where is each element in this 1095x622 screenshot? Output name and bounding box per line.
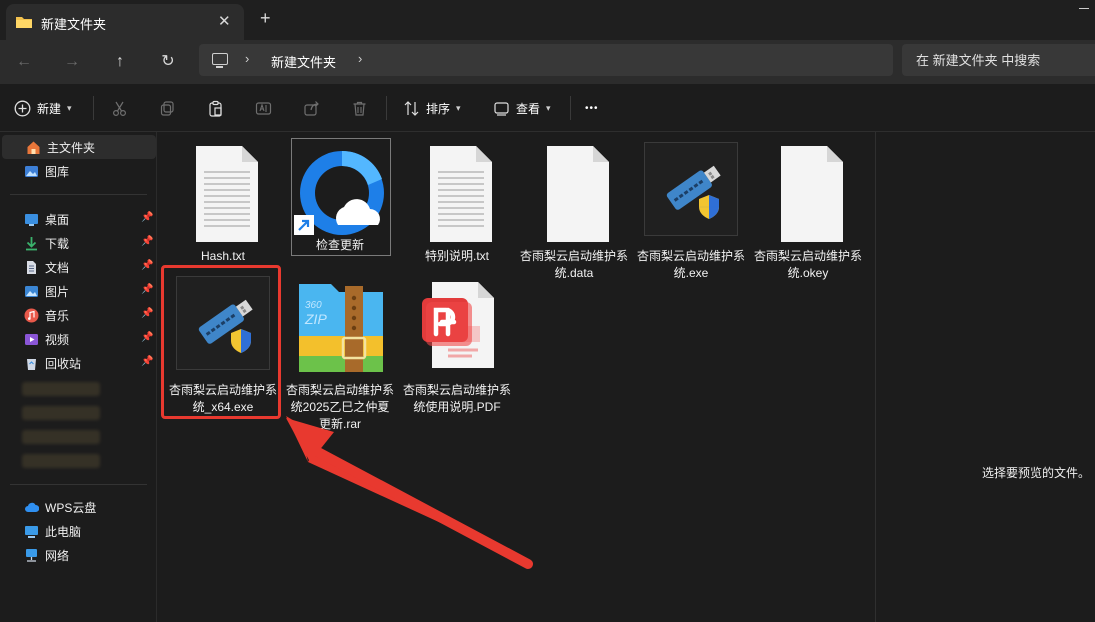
sidebar-item-label: 下载 xyxy=(45,236,70,251)
sidebar-item-label: 回收站 xyxy=(45,356,82,371)
preview-message: 选择要预览的文件。 xyxy=(982,466,1091,480)
sidebar-item-label: 文档 xyxy=(45,260,70,275)
trash-icon xyxy=(351,100,368,117)
tab-new-folder[interactable]: 新建文件夹 ✕ xyxy=(6,4,244,40)
scissors-icon xyxy=(111,100,128,117)
breadcrumb-item[interactable]: 新建文件夹 xyxy=(271,52,336,71)
pin-icon[interactable]: 📌 xyxy=(141,236,153,247)
paste-button[interactable] xyxy=(207,98,224,118)
copy-icon xyxy=(159,100,176,117)
address-bar: ← → ↑ ↻ › 新建文件夹 › xyxy=(0,40,1095,84)
blurred-folder xyxy=(22,406,100,420)
sidebar-item-home[interactable]: 主文件夹 xyxy=(2,135,156,159)
sidebar-item-music[interactable]: 音乐 📌 xyxy=(0,303,154,327)
music-icon xyxy=(24,308,39,323)
computer-icon xyxy=(24,524,39,539)
plus-circle-icon xyxy=(14,100,31,117)
new-button[interactable]: 新建 ▾ xyxy=(14,98,72,118)
recycle-bin-icon xyxy=(24,356,39,371)
preview-pane: 选择要预览的文件。 xyxy=(875,132,1095,622)
sidebar-item-recycle-bin[interactable]: 回收站 📌 xyxy=(0,351,154,375)
chevron-down-icon: ▾ xyxy=(456,102,461,113)
search-input[interactable] xyxy=(902,44,1095,76)
navigation-pane: 主文件夹 图库 桌面 📌 下载 📌 文档 📌 图片 📌 音乐 📌 视频 📌 回收… xyxy=(0,132,157,622)
sidebar-item-label: 图库 xyxy=(45,164,70,179)
annotation-arrow xyxy=(286,416,533,569)
new-label: 新建 xyxy=(37,101,62,116)
sort-label: 排序 xyxy=(426,101,451,116)
picture-icon xyxy=(24,284,39,299)
share-icon xyxy=(303,100,320,117)
chevron-down-icon: ▾ xyxy=(546,102,551,113)
cut-button[interactable] xyxy=(111,98,128,118)
breadcrumb[interactable]: › 新建文件夹 › xyxy=(199,44,893,76)
pin-icon[interactable]: 📌 xyxy=(141,260,153,271)
pin-icon[interactable]: 📌 xyxy=(141,212,153,223)
chevron-right-icon[interactable]: › xyxy=(245,51,249,66)
forward-button[interactable]: → xyxy=(60,50,84,74)
sidebar-item-gallery[interactable]: 图库 xyxy=(0,159,154,183)
pin-icon[interactable]: 📌 xyxy=(141,332,153,343)
delete-button[interactable] xyxy=(351,98,368,118)
rename-button[interactable] xyxy=(255,98,272,118)
minimize-button[interactable] xyxy=(1073,0,1095,16)
share-button[interactable] xyxy=(303,98,320,118)
sidebar-item-label: 视频 xyxy=(45,332,70,347)
close-tab-icon[interactable]: ✕ xyxy=(218,12,231,30)
pin-icon[interactable]: 📌 xyxy=(141,308,153,319)
sidebar-item-videos[interactable]: 视频 📌 xyxy=(0,327,154,351)
sidebar-item-label: 图片 xyxy=(45,284,70,299)
blurred-folder xyxy=(22,430,100,444)
desktop-icon xyxy=(24,212,39,227)
sort-icon xyxy=(403,100,420,117)
clipboard-icon xyxy=(207,100,224,117)
blurred-folder xyxy=(22,454,100,468)
sidebar-item-label: 此电脑 xyxy=(45,524,82,539)
sidebar-item-label: 音乐 xyxy=(45,308,70,323)
download-icon xyxy=(24,236,39,251)
refresh-button[interactable]: ↻ xyxy=(156,50,180,74)
sidebar-item-pictures[interactable]: 图片 📌 xyxy=(0,279,154,303)
sidebar-item-downloads[interactable]: 下载 📌 xyxy=(0,231,154,255)
search-box[interactable] xyxy=(902,44,1095,76)
sidebar-item-label: 网络 xyxy=(45,548,70,563)
sidebar-item-desktop[interactable]: 桌面 📌 xyxy=(0,207,154,231)
sidebar-item-label: 主文件夹 xyxy=(47,140,96,155)
folder-icon xyxy=(15,14,33,30)
sidebar-item-wps-cloud[interactable]: WPS云盘 xyxy=(0,495,154,519)
gallery-icon xyxy=(24,164,39,179)
pin-icon[interactable]: 📌 xyxy=(141,356,153,367)
network-icon xyxy=(24,548,39,563)
document-icon xyxy=(24,260,39,275)
up-button[interactable]: ↑ xyxy=(108,50,132,74)
blurred-folder xyxy=(22,382,100,396)
sidebar-item-label: WPS云盘 xyxy=(45,500,97,515)
tab-title: 新建文件夹 xyxy=(41,17,107,32)
view-label: 查看 xyxy=(516,101,541,116)
monitor-icon xyxy=(212,53,228,68)
pin-icon[interactable]: 📌 xyxy=(141,284,153,295)
file-list: Hash.txt 检查更新 特别说明.txt 杏雨梨云启动维护系统.data 杏… xyxy=(158,132,874,622)
video-icon xyxy=(24,332,39,347)
more-options-button[interactable]: ••• xyxy=(585,98,599,118)
sort-button[interactable]: 排序 ▾ xyxy=(403,98,461,118)
sidebar-item-this-pc[interactable]: 此电脑 xyxy=(0,519,154,543)
view-button[interactable]: 查看 ▾ xyxy=(493,98,551,118)
new-tab-button[interactable]: + xyxy=(260,8,271,29)
sidebar-item-documents[interactable]: 文档 📌 xyxy=(0,255,154,279)
sidebar-item-network[interactable]: 网络 xyxy=(0,543,154,567)
back-button[interactable]: ← xyxy=(12,50,36,74)
command-bar: 新建 ▾ 排序 ▾ 查看 ▾ ••• xyxy=(0,84,1095,132)
cloud-icon xyxy=(24,500,39,515)
chevron-right-icon[interactable]: › xyxy=(358,51,362,66)
view-icon xyxy=(493,100,510,117)
chevron-down-icon: ▾ xyxy=(67,102,72,113)
home-icon xyxy=(26,140,41,155)
sidebar-item-label: 桌面 xyxy=(45,212,70,227)
title-bar: 新建文件夹 ✕ + xyxy=(0,0,1095,40)
copy-button[interactable] xyxy=(159,98,176,118)
rename-icon xyxy=(255,100,272,117)
